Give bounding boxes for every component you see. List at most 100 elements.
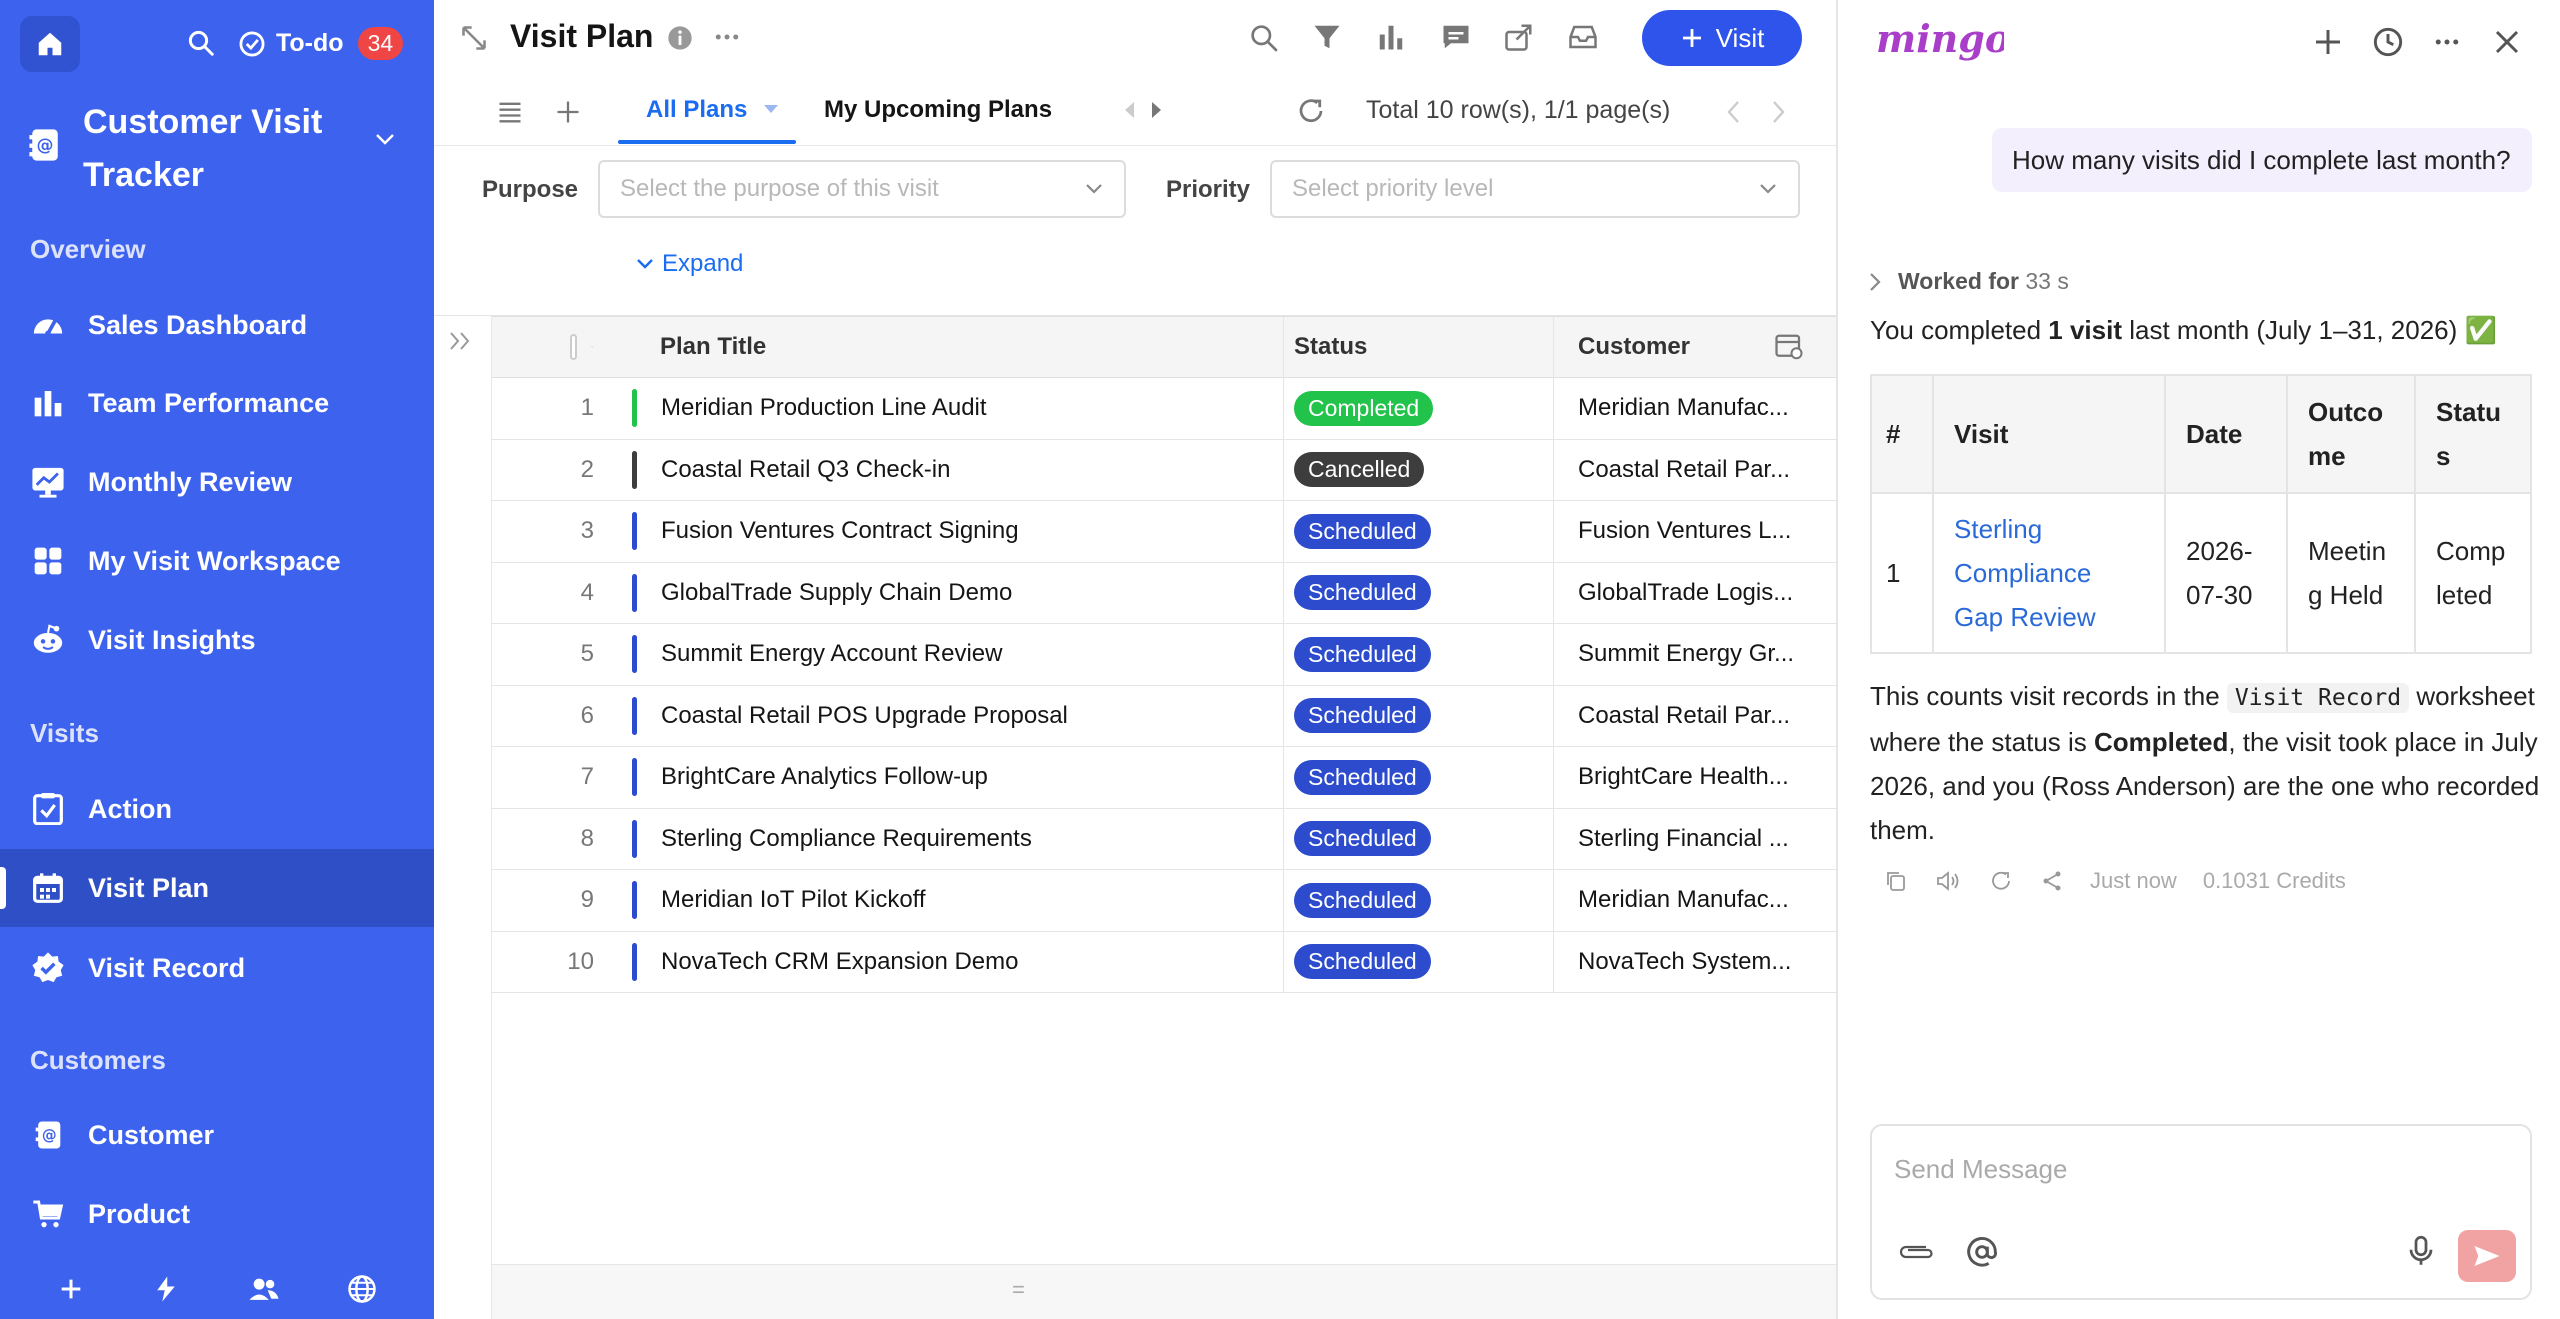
customer-cell[interactable]: Meridian Manufac... xyxy=(1554,378,1824,439)
sidebar-item-sales-dashboard[interactable]: Sales Dashboard xyxy=(0,286,434,364)
table-row[interactable]: 4 GlobalTrade Supply Chain Demo Scheduled G… xyxy=(492,562,1836,624)
sidebar-item-team-performance[interactable]: Team Performance xyxy=(0,364,434,442)
sidebar-item-action[interactable]: Action xyxy=(0,770,434,848)
sidebar-item-monthly-review[interactable]: Monthly Review xyxy=(0,443,434,521)
status-cell[interactable]: Scheduled xyxy=(1284,931,1554,992)
status-cell[interactable]: Completed xyxy=(1284,378,1554,439)
new-chat-icon[interactable] xyxy=(2312,26,2344,58)
table-row[interactable]: 5 Summit Energy Account Review Scheduled Su… xyxy=(492,624,1836,686)
select-all-checkbox[interactable] xyxy=(570,334,578,360)
more-options-icon[interactable] xyxy=(712,22,742,52)
plan-title-cell[interactable]: Coastal Retail Q3 Check-in xyxy=(632,439,1284,500)
table-row[interactable]: 8 Sterling Compliance Requirements Schedul… xyxy=(492,808,1836,870)
priority-select[interactable]: Select priority level xyxy=(1270,160,1800,218)
regenerate-icon[interactable] xyxy=(1988,869,2014,893)
plan-title-cell[interactable]: Meridian IoT Pilot Kickoff xyxy=(632,870,1284,931)
home-button[interactable] xyxy=(20,16,80,72)
table-row[interactable]: 6 Coastal Retail POS Upgrade Proposal Sche… xyxy=(492,685,1836,747)
sidebar-item-visit-insights[interactable]: Visit Insights xyxy=(0,601,434,679)
column-header-customer[interactable]: Customer xyxy=(1554,317,1824,377)
table-row[interactable]: 3 Fusion Ventures Contract Signing Schedul… xyxy=(492,501,1836,563)
history-icon[interactable] xyxy=(2372,26,2404,58)
tab-scroll-left-icon[interactable] xyxy=(1122,98,1136,122)
table-row[interactable]: 10 NovaTech CRM Expansion Demo Scheduled No… xyxy=(492,931,1836,993)
share-icon[interactable] xyxy=(1504,22,1534,52)
customer-cell[interactable]: Coastal Retail Par... xyxy=(1554,440,1824,501)
tab-dropdown-icon[interactable] xyxy=(762,102,780,116)
filter-icon[interactable] xyxy=(1312,22,1342,52)
status-cell[interactable]: Scheduled xyxy=(1284,747,1554,808)
customer-cell[interactable]: Coastal Retail Par... xyxy=(1554,686,1824,747)
tab-scroll-right-icon[interactable] xyxy=(1150,98,1164,122)
share-icon[interactable] xyxy=(2040,869,2064,893)
plan-title-cell[interactable]: BrightCare Analytics Follow-up xyxy=(632,747,1284,808)
status-cell[interactable]: Scheduled xyxy=(1284,808,1554,869)
customer-cell[interactable]: BrightCare Health... xyxy=(1554,747,1824,808)
microphone-icon[interactable] xyxy=(2406,1234,2436,1268)
column-header-plan-title[interactable]: Plan Title xyxy=(632,317,1284,377)
table-row[interactable]: 2 Coastal Retail Q3 Check-in Cancelled Coas… xyxy=(492,439,1836,501)
sidebar-item-product[interactable]: Product xyxy=(0,1175,434,1253)
tab-my-upcoming-plans[interactable]: My Upcoming Plans xyxy=(824,96,1052,124)
plan-title-cell[interactable]: Coastal Retail POS Upgrade Proposal xyxy=(632,685,1284,746)
expand-filters-link[interactable]: Expand xyxy=(636,250,743,278)
speaker-icon[interactable] xyxy=(1934,869,1962,893)
more-options-icon[interactable] xyxy=(2432,26,2462,58)
next-page-icon[interactable] xyxy=(1768,98,1788,126)
table-row[interactable]: 7 BrightCare Analytics Follow-up Scheduled… xyxy=(492,747,1836,809)
status-cell[interactable]: Cancelled xyxy=(1284,439,1554,500)
customer-cell[interactable]: Meridian Manufac... xyxy=(1554,870,1824,931)
worked-for-toggle[interactable]: Worked for 33 s xyxy=(1868,268,2069,295)
plan-title-cell[interactable]: NovaTech CRM Expansion Demo xyxy=(632,931,1284,992)
tab-all-plans[interactable]: All Plans xyxy=(646,96,747,124)
plan-title-cell[interactable]: Summit Energy Account Review xyxy=(632,624,1284,685)
sidebar-item-my-visit-workspace[interactable]: My Visit Workspace xyxy=(0,522,434,600)
column-header-status[interactable]: Status xyxy=(1284,317,1554,377)
inbox-icon[interactable] xyxy=(1568,22,1598,52)
send-button[interactable] xyxy=(2458,1230,2516,1282)
users-icon[interactable] xyxy=(247,1274,281,1304)
status-cell[interactable]: Scheduled xyxy=(1284,870,1554,931)
info-icon[interactable] xyxy=(666,24,694,52)
chart-icon[interactable] xyxy=(1376,22,1406,52)
prev-page-icon[interactable] xyxy=(1724,98,1744,126)
search-button[interactable] xyxy=(186,28,216,58)
visit-record-link[interactable]: Sterling Compliance Gap Review xyxy=(1932,492,2166,654)
mention-icon[interactable] xyxy=(1966,1236,1998,1268)
customer-cell[interactable]: Sterling Financial ... xyxy=(1554,809,1824,870)
add-visit-button[interactable]: Visit xyxy=(1642,10,1802,66)
purpose-select[interactable]: Select the purpose of this visit xyxy=(598,160,1126,218)
message-input[interactable]: Send Message xyxy=(1870,1124,2532,1300)
customer-cell[interactable]: NovaTech System... xyxy=(1554,932,1824,993)
status-cell[interactable]: Scheduled xyxy=(1284,624,1554,685)
attach-icon[interactable] xyxy=(1896,1240,1936,1264)
column-settings-icon[interactable] xyxy=(1774,332,1804,362)
plan-title-cell[interactable]: Fusion Ventures Contract Signing xyxy=(632,501,1284,562)
view-list-icon[interactable] xyxy=(496,98,524,126)
expand-sidebar-icon[interactable] xyxy=(448,330,474,352)
search-icon[interactable] xyxy=(1248,22,1280,54)
add-icon[interactable] xyxy=(57,1275,85,1303)
plan-title-cell[interactable]: Meridian Production Line Audit xyxy=(632,378,1284,439)
customer-cell[interactable]: GlobalTrade Logis... xyxy=(1554,563,1824,624)
app-switch-chevron-icon[interactable] xyxy=(374,132,396,146)
close-icon[interactable] xyxy=(2492,26,2522,58)
globe-icon[interactable] xyxy=(347,1274,377,1304)
add-view-icon[interactable] xyxy=(554,98,582,126)
copy-icon[interactable] xyxy=(1884,869,1908,893)
app-title[interactable]: Customer Visit Tracker xyxy=(83,96,353,202)
status-cell[interactable]: Scheduled xyxy=(1284,562,1554,623)
sidebar-item-visit-record[interactable]: Visit Record xyxy=(0,929,434,1007)
customer-cell[interactable]: Summit Energy Gr... xyxy=(1554,624,1824,685)
table-row[interactable]: 9 Meridian IoT Pilot Kickoff Scheduled Meri… xyxy=(492,870,1836,932)
customer-cell[interactable]: Fusion Ventures L... xyxy=(1554,501,1824,562)
todo-button[interactable]: To-do 34 xyxy=(238,27,404,60)
status-cell[interactable]: Scheduled xyxy=(1284,685,1554,746)
comment-icon[interactable] xyxy=(1440,22,1472,52)
sidebar-item-customer[interactable]: @ Customer xyxy=(0,1096,434,1174)
fullscreen-icon[interactable] xyxy=(460,24,488,52)
sidebar-item-visit-plan[interactable]: Visit Plan xyxy=(0,849,434,927)
plan-title-cell[interactable]: Sterling Compliance Requirements xyxy=(632,808,1284,869)
automation-icon[interactable] xyxy=(151,1274,181,1304)
refresh-icon[interactable] xyxy=(1296,96,1326,126)
